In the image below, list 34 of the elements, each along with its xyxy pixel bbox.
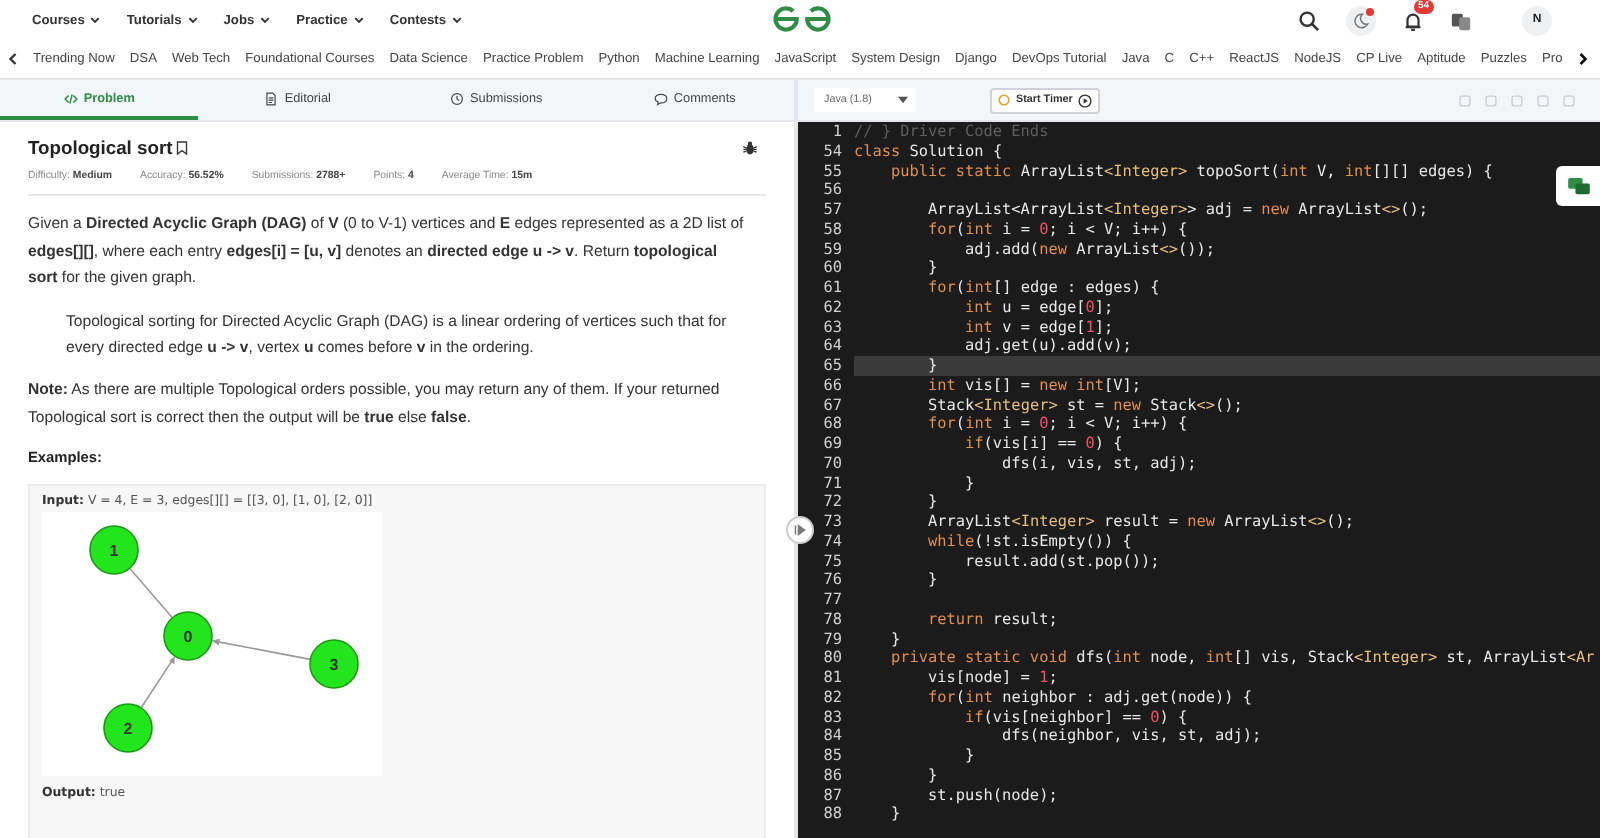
bug-icon[interactable]: [742, 139, 758, 155]
graph-edge-arrow: [140, 656, 175, 709]
moon-icon: [1352, 11, 1370, 29]
chevron-down-icon: [187, 16, 198, 24]
chevron-down-icon: [353, 16, 364, 24]
document-icon: [264, 91, 279, 105]
problem-title: Topological sort: [28, 136, 173, 158]
chat-icon: [1567, 177, 1589, 195]
graph-node: 3: [309, 639, 359, 690]
splitter-handle[interactable]: [786, 516, 814, 544]
chevron-down-icon: [260, 16, 271, 24]
site-logo[interactable]: [772, 4, 832, 34]
collapse-arrow-icon: [794, 524, 806, 536]
code-icon: [63, 91, 78, 105]
graph-node: 1: [89, 525, 139, 576]
timer-icon: [998, 94, 1010, 106]
chevron-down-icon: [90, 16, 101, 24]
play-icon: [1078, 93, 1093, 107]
graph-node: 0: [163, 611, 213, 662]
bookmark-icon[interactable]: [176, 139, 189, 155]
graph-edge: [128, 567, 174, 619]
chat-button[interactable]: [1556, 166, 1600, 206]
graph-edge-arrow: [211, 639, 312, 661]
clock-icon: [450, 91, 464, 105]
scroll-right-icon[interactable]: [1577, 52, 1588, 66]
translate-icon[interactable]: [1450, 9, 1472, 31]
search-icon[interactable]: [1298, 9, 1320, 31]
bell-icon[interactable]: [1402, 9, 1424, 31]
comment-icon: [653, 91, 668, 105]
graph-node: 2: [103, 703, 153, 754]
chevron-down-icon: [452, 16, 463, 24]
theme-toggle[interactable]: [1346, 5, 1376, 35]
caret-icon: [898, 96, 908, 104]
scroll-left-icon[interactable]: [8, 52, 18, 66]
